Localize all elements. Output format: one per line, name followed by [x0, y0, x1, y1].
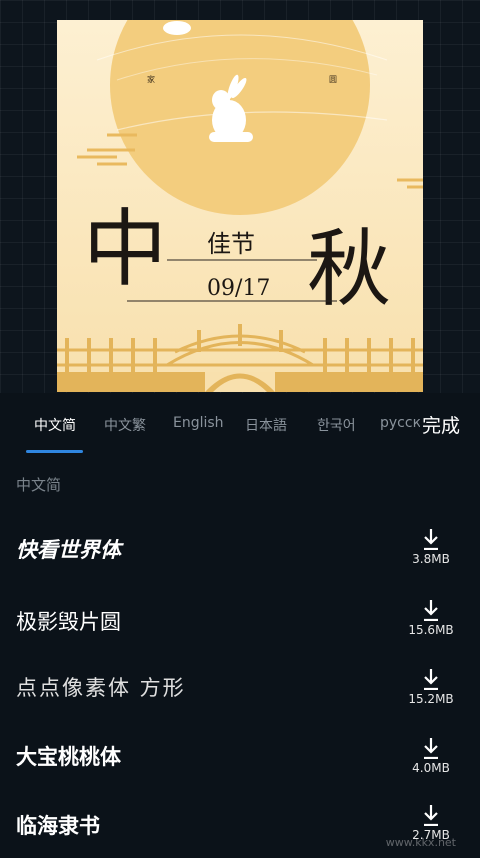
poster-big-right: 秋 [307, 220, 391, 318]
file-size: 15.6MB [408, 623, 454, 637]
tab-russian[interactable]: русский [380, 415, 420, 431]
tab-japanese[interactable]: 日本語 [245, 415, 287, 435]
file-size: 3.8MB [412, 552, 450, 566]
font-list-item[interactable]: 大宝桃桃体 4.0MB [0, 729, 480, 789]
poster-big-left: 中 [83, 200, 167, 298]
active-tab-indicator [26, 450, 83, 453]
poster-preview: 中 秋 佳节 09/17 家 圆 [57, 20, 423, 392]
font-list-item[interactable]: 快看世界体 3.8MB [0, 520, 480, 580]
download-icon [424, 669, 438, 690]
language-tabs: 中文简 中文繁 English 日本語 한국어 русский 完成 [0, 393, 480, 457]
font-name: 临海隶书 [16, 814, 100, 838]
download-icon [424, 805, 438, 826]
download-button[interactable]: 4.0MB [406, 737, 456, 775]
tab-chinese-traditional[interactable]: 中文繁 [104, 415, 146, 435]
download-icon [424, 738, 438, 759]
font-list-item[interactable]: 临海隶书 2.7MB [0, 798, 480, 858]
poster-preview-area: 中 秋 佳节 09/17 家 圆 [0, 0, 480, 393]
font-list-item[interactable]: 极影毁片圆 15.6MB [0, 592, 480, 652]
section-label: 中文简 [16, 476, 62, 494]
download-button[interactable]: 15.2MB [406, 668, 456, 706]
tab-english[interactable]: English [173, 415, 224, 431]
download-icon [424, 600, 438, 621]
download-button[interactable]: 3.8MB [406, 528, 456, 566]
download-icon [424, 529, 438, 550]
poster-subtitle: 佳节 [207, 230, 255, 258]
font-name: 点点像素体 方形 [16, 676, 186, 700]
watermark: www.kkx.net [385, 836, 456, 849]
font-list-item[interactable]: 点点像素体 方形 15.2MB [0, 660, 480, 720]
file-size: 4.0MB [412, 761, 450, 775]
font-name: 快看世界体 [16, 538, 121, 562]
font-name: 大宝桃桃体 [16, 745, 121, 769]
poster-small-right: 圆 [329, 75, 337, 84]
download-button[interactable]: 15.6MB [406, 599, 456, 637]
tab-korean[interactable]: 한국어 [317, 415, 356, 435]
tab-chinese-simplified[interactable]: 中文简 [34, 415, 76, 435]
font-name: 极影毁片圆 [16, 610, 121, 634]
file-size: 15.2MB [408, 692, 454, 706]
poster-date: 09/17 [207, 276, 270, 301]
poster-small-left: 家 [147, 74, 155, 84]
done-button[interactable]: 完成 [422, 411, 460, 438]
